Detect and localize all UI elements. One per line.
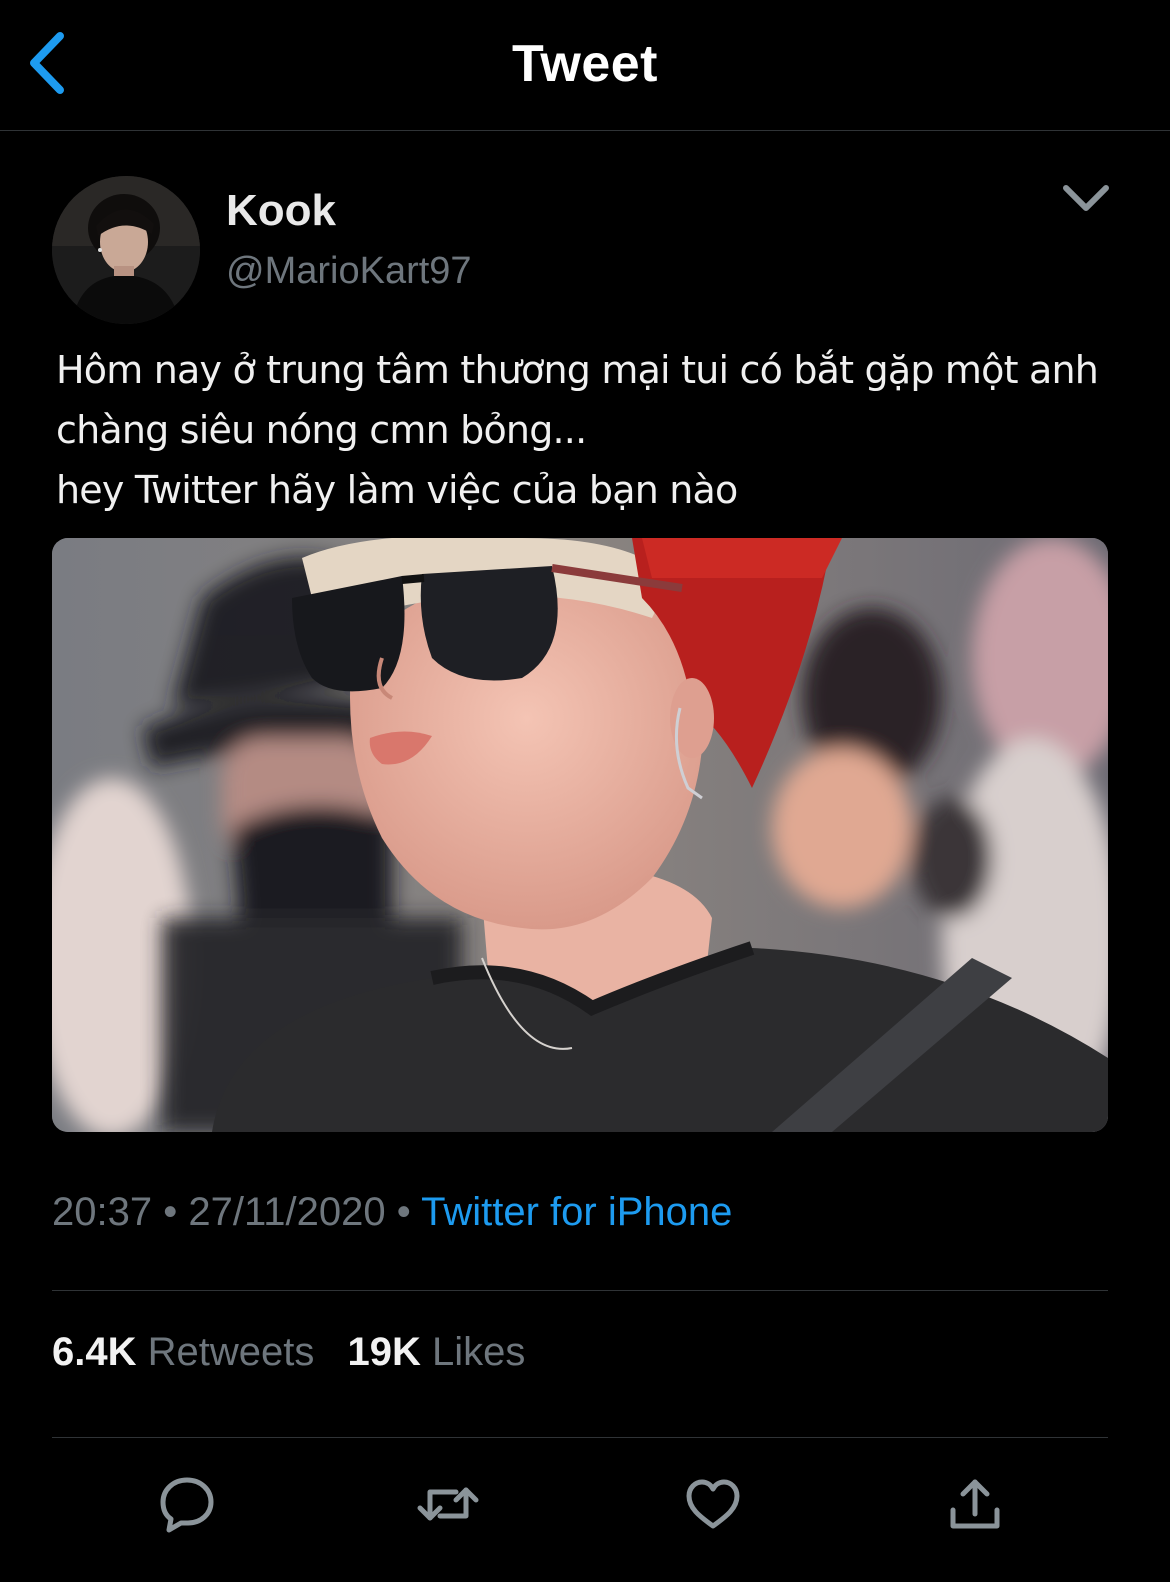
likes-count: 19K — [347, 1330, 421, 1374]
separator-dot: • — [396, 1190, 411, 1234]
retweets-stat[interactable]: 6.4K Retweets — [52, 1330, 326, 1374]
author-display-name[interactable]: Kook — [226, 186, 336, 236]
retweet-icon — [417, 1487, 479, 1521]
tweet-meta: 20:37 • 27/11/2020 • Twitter for iPhone — [52, 1190, 732, 1235]
divider — [52, 1437, 1108, 1438]
author-handle[interactable]: @MarioKart97 — [226, 250, 472, 293]
tweet-photo[interactable] — [52, 538, 1108, 1132]
divider — [52, 1290, 1108, 1291]
tweet-text: Hôm nay ở trung tâm thương mại tui có bắ… — [56, 340, 1116, 520]
tweet-stats: 6.4K Retweets 19K Likes — [52, 1330, 547, 1375]
share-button[interactable] — [943, 1472, 1007, 1536]
tweet-date: 27/11/2020 — [188, 1190, 386, 1234]
avatar[interactable] — [52, 176, 200, 324]
like-icon — [686, 1479, 740, 1529]
page-title: Tweet — [511, 35, 658, 93]
tweet-text-line: Hôm nay ở trung tâm thương mại tui có bắ… — [56, 348, 1099, 392]
like-button[interactable] — [681, 1472, 745, 1536]
top-bar: Tweet — [0, 0, 1170, 131]
tweet-time: 20:37 — [52, 1190, 153, 1234]
tweet-text-line: hey Twitter hãy làm việc của bạn nào — [56, 468, 738, 512]
separator-dot: • — [163, 1190, 178, 1234]
tweet-source-link[interactable]: Twitter for iPhone — [421, 1190, 732, 1234]
chevron-down-icon — [1063, 185, 1109, 211]
tweet-text-line: chàng siêu nóng cmn bỏng... — [56, 408, 587, 452]
likes-stat[interactable]: 19K Likes — [348, 1330, 526, 1374]
reply-icon — [160, 1477, 214, 1533]
likes-label: Likes — [432, 1330, 526, 1374]
more-options-button[interactable] — [1058, 178, 1114, 222]
retweet-button[interactable] — [416, 1472, 480, 1536]
reply-button[interactable] — [155, 1472, 219, 1536]
retweets-label: Retweets — [147, 1330, 315, 1374]
retweets-count: 6.4K — [52, 1330, 137, 1374]
share-icon — [950, 1479, 1000, 1529]
